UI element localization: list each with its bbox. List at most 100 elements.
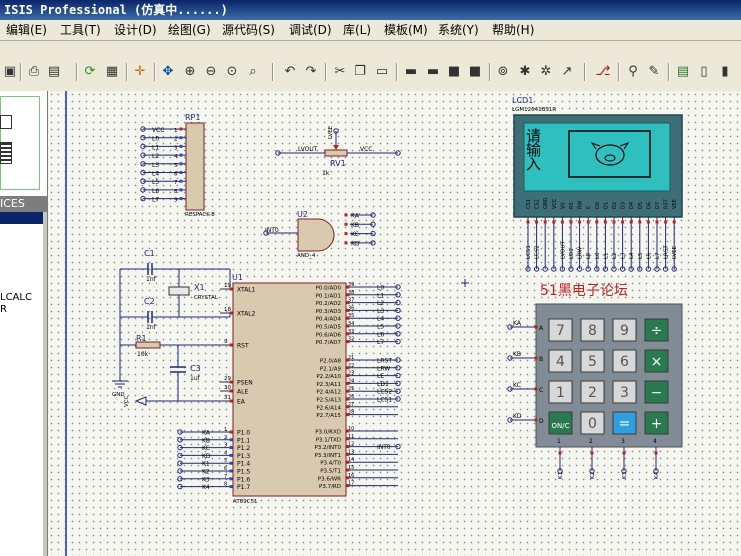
save-icon[interactable]: ▣	[2, 64, 18, 80]
netlist-icon[interactable]: ▮	[717, 64, 733, 80]
keypad-key-label: 6	[620, 354, 629, 370]
u1-p1-net: K1	[202, 461, 210, 468]
pin-state	[586, 220, 590, 224]
pin-state	[179, 144, 183, 148]
window-title: ISIS Professional (仿真中......)	[4, 3, 228, 17]
lcd-pin-name: RST	[664, 198, 670, 209]
menu-library[interactable]: 库(L)	[343, 20, 371, 40]
menu-system[interactable]: 系统(Y)	[438, 20, 479, 40]
area-icon[interactable]: ▤	[46, 64, 62, 80]
block-rotate-icon[interactable]: ■	[446, 64, 462, 80]
menu-graph[interactable]: 绘图(G)	[168, 20, 211, 40]
toolbar-separator	[584, 63, 586, 81]
zoom-all-icon[interactable]: ⊙	[224, 64, 240, 80]
copy-icon[interactable]: ❐	[352, 64, 368, 80]
lcd-net-label: LVOUT	[560, 241, 566, 259]
property-tool-icon[interactable]: ✎	[646, 64, 662, 80]
print-icon[interactable]: ⎙	[26, 64, 42, 80]
lcd-net-label: L0	[595, 252, 601, 259]
pin-state	[346, 358, 350, 362]
u2-ref: U2	[297, 210, 308, 219]
u1-pin-name: P3.4/T0	[320, 461, 341, 467]
pin-state	[346, 405, 350, 409]
menu-debug[interactable]: 调试(D)	[289, 20, 332, 40]
u1-pin-name: P1.6	[237, 476, 250, 483]
lcd-net-label: L2	[612, 252, 618, 259]
pin-state	[646, 220, 650, 224]
pan-icon[interactable]: ✥	[160, 64, 176, 80]
lcd-pin-name: RW	[578, 201, 584, 209]
u1-p0-net: L4	[377, 316, 384, 323]
grid-icon[interactable]: ▦	[104, 64, 120, 80]
lcd-pin-name: D3	[621, 202, 627, 209]
device-item[interactable]: R	[0, 304, 7, 315]
pin-state	[229, 389, 233, 393]
pick-device-icon[interactable]: ⊚	[495, 64, 511, 80]
new-sheet-icon[interactable]: ▤	[675, 64, 691, 80]
menu-source[interactable]: 源代码(S)	[222, 20, 275, 40]
origin-icon[interactable]: ✛	[132, 64, 148, 80]
u1-p1-net: KC	[202, 445, 210, 452]
refresh-icon[interactable]: ⟳	[82, 64, 98, 80]
overview-thumb	[0, 115, 12, 129]
overview-window[interactable]	[0, 96, 40, 190]
u1-ref: U1	[232, 273, 243, 282]
keypad-row-letter: B	[539, 356, 543, 363]
paste-icon[interactable]: ▭	[374, 64, 390, 80]
u1-pin-name: P0.2/AD2	[316, 301, 341, 307]
device-list-selected[interactable]	[0, 212, 43, 224]
u1-pin-name: P1.0	[237, 430, 250, 437]
menu-help[interactable]: 帮助(H)	[492, 20, 534, 40]
lcd-net-label: L6	[646, 252, 652, 259]
pin-state	[346, 413, 350, 417]
pin-state	[535, 220, 539, 224]
u1-p0-net: L0	[377, 285, 384, 292]
block-copy-icon[interactable]: ▬	[403, 64, 419, 80]
undo-icon[interactable]: ↶	[282, 64, 298, 80]
device-item[interactable]: LCALC	[0, 292, 32, 303]
zoom-in-icon[interactable]: ⊕	[182, 64, 198, 80]
wire-autorouter-icon[interactable]: ⎇	[595, 64, 611, 80]
schematic[interactable]: RP1 VCC 1 L0 2 L1 3 L2 4 L3 5 L4 6 L5 7 L6 8 L7 9 RESPACK-8…	[48, 91, 741, 556]
c2-ref: C2	[144, 297, 155, 306]
package-icon[interactable]: ✲	[538, 64, 554, 80]
lcd-net-label: LD1	[569, 248, 575, 259]
pin-state	[229, 399, 233, 403]
menu-tools[interactable]: 工具(T)	[60, 20, 101, 40]
lcd-pin-name: E	[586, 206, 592, 209]
overview-keypad-thumb	[0, 142, 12, 164]
u1-p1-net: K3	[202, 476, 210, 483]
cut-icon[interactable]: ✂	[332, 64, 348, 80]
menu-template[interactable]: 模板(M)	[384, 20, 428, 40]
search-icon[interactable]: ⚲	[625, 64, 641, 80]
pin-state	[179, 136, 183, 140]
pin-state	[179, 127, 183, 131]
redo-icon[interactable]: ↷	[303, 64, 319, 80]
lcd-pin-name: D0	[595, 202, 601, 209]
pin-state	[229, 438, 233, 442]
menu-edit[interactable]: 编辑(E)	[6, 20, 47, 40]
u1-p1-net: KD	[202, 453, 211, 460]
make-device-icon[interactable]: ✱	[517, 64, 533, 80]
block-delete-icon[interactable]: ■	[467, 64, 483, 80]
remove-sheet-icon[interactable]: ▯	[696, 64, 712, 80]
vcc-arrow-icon	[134, 396, 147, 406]
u2-body	[297, 218, 335, 252]
device-list-scrollbar[interactable]	[43, 212, 47, 556]
pin-state	[346, 285, 350, 289]
pin-state	[229, 311, 233, 315]
u1-pin-name: P2.5/A13	[316, 398, 341, 404]
pin-state	[590, 451, 594, 455]
block-move-icon[interactable]: ▬	[425, 64, 441, 80]
zoom-area-icon[interactable]: ⌕	[245, 64, 261, 80]
decompose-icon[interactable]: ↗	[559, 64, 575, 80]
lcd-pin-name: D5	[638, 202, 644, 209]
keypad-col-number: 2	[589, 438, 593, 445]
u1-p2-net: LD1	[377, 381, 389, 388]
u1-part: AT89C51	[233, 499, 258, 505]
lcd-net-label: L3	[621, 252, 627, 259]
u1-p1-net: KA	[202, 430, 211, 437]
pin-state	[346, 452, 350, 456]
menu-design[interactable]: 设计(D)	[114, 20, 157, 40]
zoom-out-icon[interactable]: ⊖	[203, 64, 219, 80]
